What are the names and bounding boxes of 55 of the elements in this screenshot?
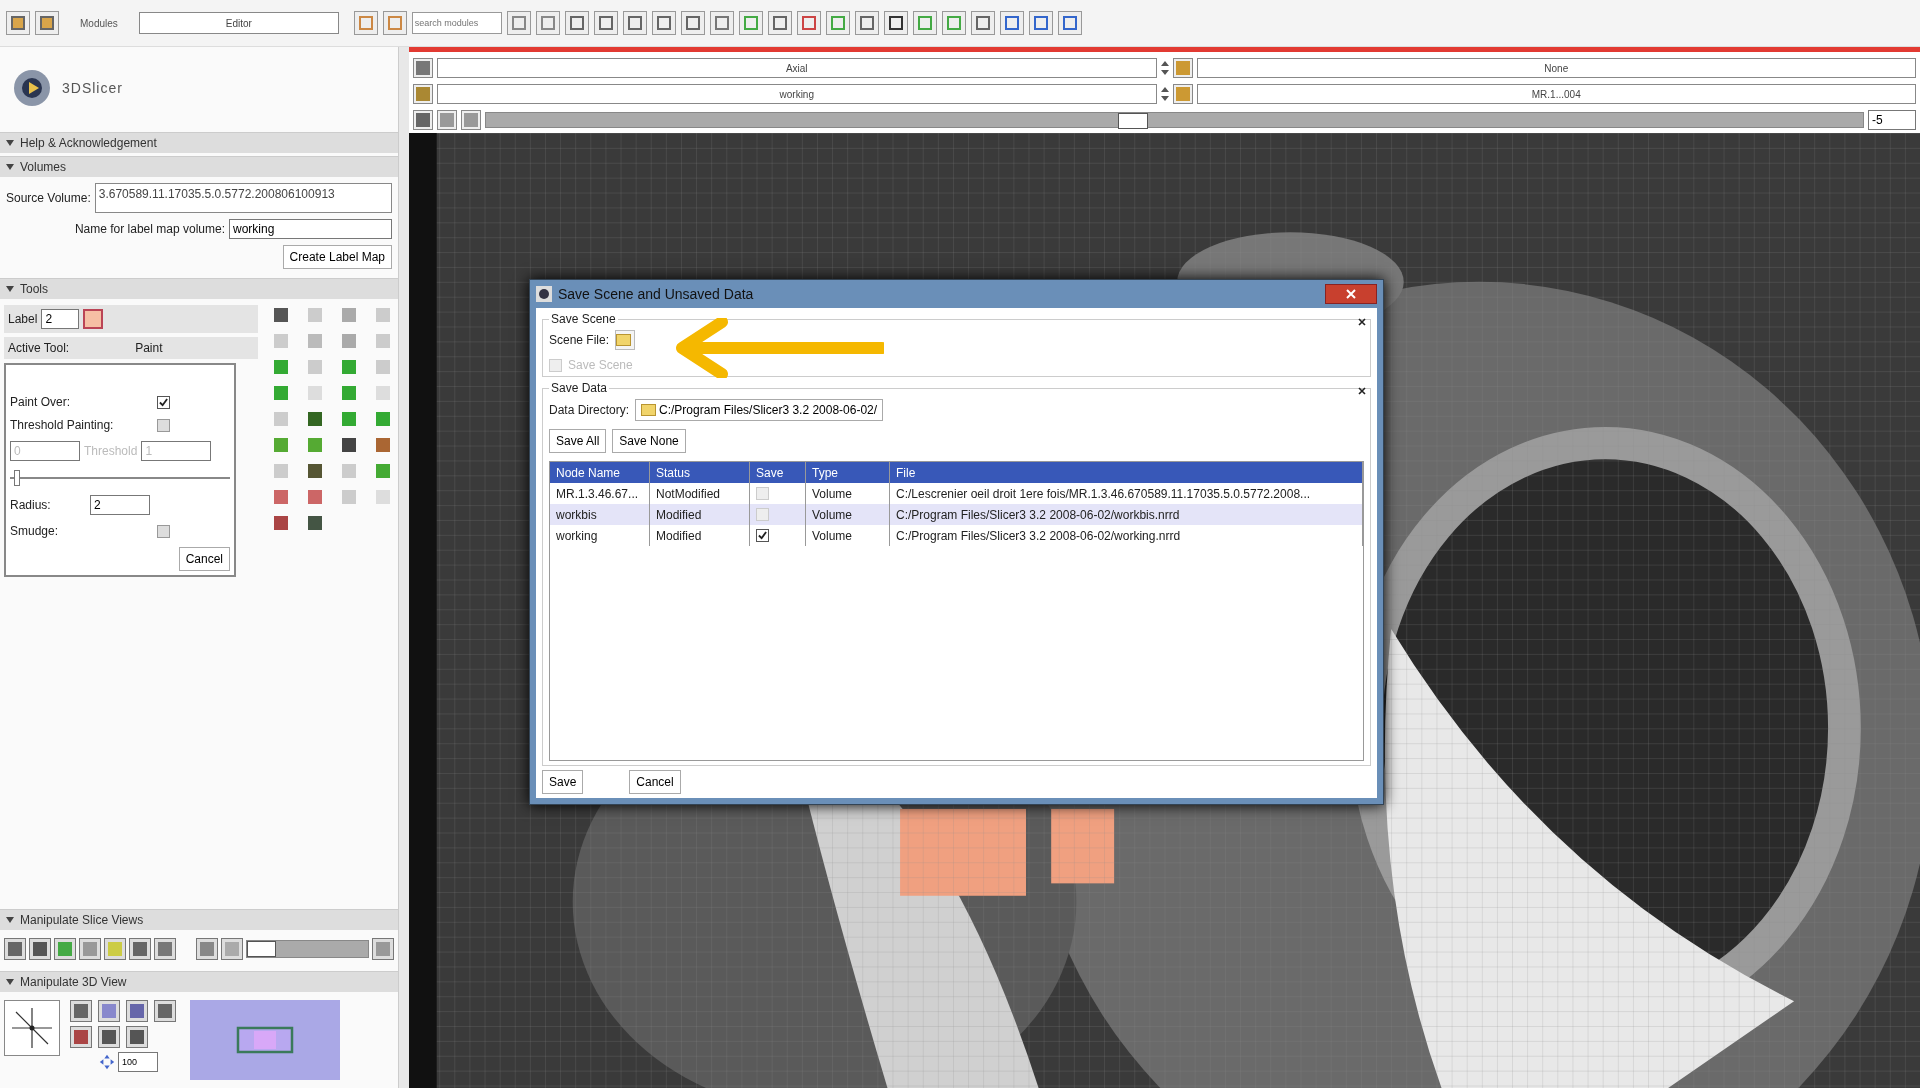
field-label: Name for label map volume: (74, 222, 225, 236)
column-header[interactable]: Node Name (550, 462, 650, 483)
field-label: Label (8, 312, 38, 326)
zoom-field[interactable]: 100 (118, 1052, 158, 1072)
dialog-title: Save Scene and Unsaved Data (558, 286, 755, 302)
group-title: Save Scene (550, 312, 617, 326)
table-cell: workbis (550, 504, 650, 525)
field-label: Active Tool: (8, 341, 70, 355)
table-cell: C:/Program Files/Slicer3 3.2 2008-06-02/working.nrrd (890, 525, 1363, 546)
table-cell: Modified (650, 504, 750, 525)
table-cell: Volume (806, 504, 890, 525)
column-header[interactable]: Type (806, 462, 890, 483)
save-all-button[interactable]: Save All (549, 429, 607, 453)
column-header[interactable]: Status (650, 462, 750, 483)
create-label-map-button[interactable]: Create Label Map (282, 245, 392, 269)
directory-button[interactable]: C:/Program Files/Slicer3 3.2 2008-06-02/ (635, 399, 884, 421)
table-cell: working (550, 525, 650, 546)
option-label: Radius: (10, 498, 51, 512)
app-name: 3DSlicer (62, 80, 123, 96)
cancel-button[interactable]: Cancel (629, 770, 681, 794)
option-label: Threshold Painting: (10, 418, 114, 432)
modules-label: Modules (80, 17, 118, 29)
group-title: Save Data (550, 381, 609, 395)
foreground-dropdown[interactable]: None (1196, 58, 1916, 78)
label-map-name-field[interactable]: working (229, 219, 392, 239)
label-layer-dropdown[interactable]: working (437, 84, 1157, 104)
table-row[interactable]: workbis Modified Volume C:/Program Files/Slicer3 3.2 2008-06-02/workbis.nrrd (550, 504, 1363, 525)
table-cell: Volume (806, 525, 890, 546)
table-cell: Modified (650, 525, 750, 546)
radius-spinbox[interactable]: 2 (90, 495, 150, 515)
table-cell: C:/Program Files/Slicer3 3.2 2008-06-02/workbis.nrrd (890, 504, 1363, 525)
checkbox-label: Save Scene (568, 358, 633, 372)
section-header[interactable]: Volumes (20, 160, 67, 174)
save-button[interactable]: Save (542, 770, 584, 794)
field-label: Scene File: (549, 333, 610, 347)
section-header[interactable]: Manipulate 3D View (20, 975, 127, 989)
source-volume-dropdown[interactable]: 3.670589.11.17035.5.0.5772.200806100913 (94, 183, 392, 213)
active-tool-name: Paint (135, 341, 163, 355)
label-spinbox[interactable]: 2 (41, 309, 80, 329)
option-label: Paint Over: (10, 395, 71, 409)
option-label: Smudge: (10, 524, 59, 538)
section-header[interactable]: Tools (20, 282, 48, 296)
cancel-button[interactable]: Cancel (178, 547, 230, 571)
save-none-button[interactable]: Save None (612, 429, 686, 453)
slice-offset-field[interactable]: -5 (1868, 110, 1916, 130)
table-row[interactable]: working Modified Volume C:/Program Files/Slicer3 3.2 2008-06-02/working.nrrd (550, 525, 1363, 546)
column-header[interactable]: Save (750, 462, 806, 483)
module-dropdown[interactable]: Editor (138, 12, 339, 34)
column-header[interactable]: File (890, 462, 1363, 483)
field-label: Source Volume: (6, 191, 91, 205)
search-field[interactable]: search modules (411, 12, 502, 34)
orientation-dropdown[interactable]: Axial (437, 58, 1157, 78)
background-dropdown[interactable]: MR.1...004 (1196, 84, 1916, 104)
field-label: Data Directory: (549, 403, 630, 417)
threshold-label: Threshold (84, 444, 138, 458)
